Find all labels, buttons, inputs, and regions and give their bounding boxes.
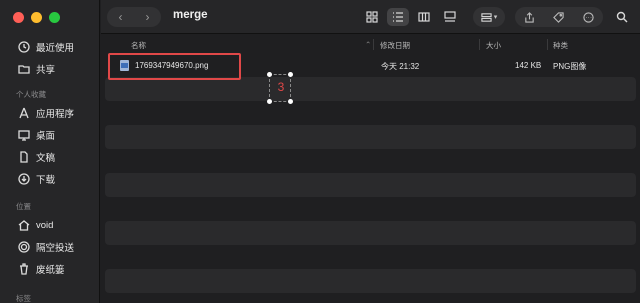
applications-icon xyxy=(18,107,30,119)
window-controls xyxy=(13,12,60,23)
resize-handle[interactable] xyxy=(288,99,293,104)
more-icon[interactable] xyxy=(583,11,594,23)
sidebar-section-header: 标签 xyxy=(16,294,31,303)
column-view-button[interactable] xyxy=(413,8,435,26)
sidebar-locations: 位置 void 隔空投送 废纸篓 xyxy=(0,200,100,280)
finder-window: 最近使用 共享 个人收藏 应用程序 桌面 文稿 下载 位置 void 隔空投送 … xyxy=(0,0,640,303)
sidebar-item-airdrop[interactable]: 隔空投送 xyxy=(0,236,100,258)
sidebar-item-label: void xyxy=(36,219,54,231)
sidebar-section-header: 个人收藏 xyxy=(16,90,46,99)
close-button[interactable] xyxy=(13,12,24,23)
empty-row xyxy=(105,173,636,197)
sidebar-item-label: 废纸篓 xyxy=(36,265,65,276)
column-divider xyxy=(373,39,374,50)
icon-view-button[interactable] xyxy=(361,8,383,26)
column-divider xyxy=(547,39,548,50)
group-by-button[interactable]: ▾ xyxy=(473,7,505,27)
column-kind[interactable]: 种类 xyxy=(553,40,568,51)
forward-button[interactable]: › xyxy=(134,7,161,27)
sidebar-section-header: 位置 xyxy=(16,202,31,211)
annotation-label: 3 xyxy=(277,80,285,94)
list-icon xyxy=(393,12,403,22)
empty-row xyxy=(105,77,636,101)
empty-row xyxy=(105,101,636,125)
download-icon xyxy=(18,173,30,185)
empty-row xyxy=(105,245,636,269)
document-icon xyxy=(18,151,30,163)
column-modified[interactable]: 修改日期 xyxy=(380,40,410,51)
sidebar-item-shared[interactable]: 共享 xyxy=(0,58,100,80)
sidebar-item-void[interactable]: void xyxy=(0,214,100,236)
group-icon xyxy=(481,12,492,22)
view-mode-group xyxy=(361,8,461,26)
sidebar-item-trash[interactable]: 废纸篓 xyxy=(0,258,100,280)
sort-chevron-icon: ⌃ xyxy=(365,40,372,49)
sidebar-tags: 标签 xyxy=(0,292,100,303)
zoom-button[interactable] xyxy=(49,12,60,23)
shared-folder-icon xyxy=(18,63,30,75)
airdrop-icon xyxy=(18,241,30,253)
tag-icon[interactable] xyxy=(553,11,565,23)
sidebar: 最近使用 共享 个人收藏 应用程序 桌面 文稿 下载 位置 void 隔空投送 … xyxy=(0,0,100,303)
column-size[interactable]: 大小 xyxy=(486,40,501,51)
toolbar: ‹ › merge ▾ xyxy=(101,0,640,34)
sidebar-item-label: 文稿 xyxy=(36,153,56,164)
empty-row xyxy=(105,149,636,173)
grid-icon xyxy=(366,11,378,23)
home-icon xyxy=(18,219,30,231)
sidebar-personal: 个人收藏 应用程序 桌面 文稿 下载 xyxy=(0,88,100,190)
empty-row xyxy=(105,221,636,245)
sidebar-item-label: 下载 xyxy=(36,175,56,186)
sidebar-item-recents[interactable]: 最近使用 xyxy=(0,36,100,58)
gallery-view-button[interactable] xyxy=(439,8,461,26)
column-divider xyxy=(479,39,480,50)
gallery-icon xyxy=(444,11,456,22)
file-size: 142 KB xyxy=(515,61,542,70)
trash-icon xyxy=(18,263,30,275)
chevron-left-icon: ‹ xyxy=(118,10,123,24)
minimize-button[interactable] xyxy=(31,12,42,23)
sidebar-item-label: 隔空投送 xyxy=(36,243,75,254)
resize-handle[interactable] xyxy=(267,72,272,77)
clock-icon xyxy=(18,41,30,53)
sidebar-favorites: 最近使用 共享 xyxy=(0,36,100,80)
file-modified: 今天 21:32 xyxy=(381,62,420,71)
highlight-box xyxy=(108,53,241,80)
empty-row xyxy=(105,269,636,293)
sidebar-item-documents[interactable]: 文稿 xyxy=(0,146,100,168)
chevron-right-icon: › xyxy=(145,10,150,24)
actions-group xyxy=(515,7,603,27)
column-name[interactable]: 名称 xyxy=(131,40,146,51)
window-title: merge xyxy=(173,9,208,21)
sidebar-item-downloads[interactable]: 下载 xyxy=(0,168,100,190)
empty-row xyxy=(105,197,636,221)
sidebar-item-label: 共享 xyxy=(36,65,56,76)
sidebar-item-desktop[interactable]: 桌面 xyxy=(0,124,100,146)
share-icon[interactable] xyxy=(524,11,535,23)
list-view-button[interactable] xyxy=(387,8,409,26)
file-list: 1769347949670.png 今天 21:32 142 KB PNG图像 xyxy=(101,53,640,293)
search-icon xyxy=(616,11,628,23)
search-button[interactable] xyxy=(611,7,633,27)
column-header: 名称 ⌃ 修改日期 大小 种类 xyxy=(101,36,640,53)
sidebar-item-label: 最近使用 xyxy=(36,43,75,54)
back-button[interactable]: ‹ xyxy=(107,7,134,27)
file-kind: PNG图像 xyxy=(553,62,587,71)
sidebar-item-label: 桌面 xyxy=(36,131,56,142)
desktop-icon xyxy=(18,129,30,141)
resize-handle[interactable] xyxy=(288,72,293,77)
columns-icon xyxy=(418,12,430,22)
chevron-down-icon: ▾ xyxy=(493,14,498,21)
navigation-group: ‹ › xyxy=(107,7,161,27)
resize-handle[interactable] xyxy=(267,99,272,104)
annotation-marker[interactable]: 3 xyxy=(267,72,293,104)
empty-row xyxy=(105,125,636,149)
sidebar-item-label: 应用程序 xyxy=(36,109,75,120)
sidebar-item-applications[interactable]: 应用程序 xyxy=(0,102,100,124)
